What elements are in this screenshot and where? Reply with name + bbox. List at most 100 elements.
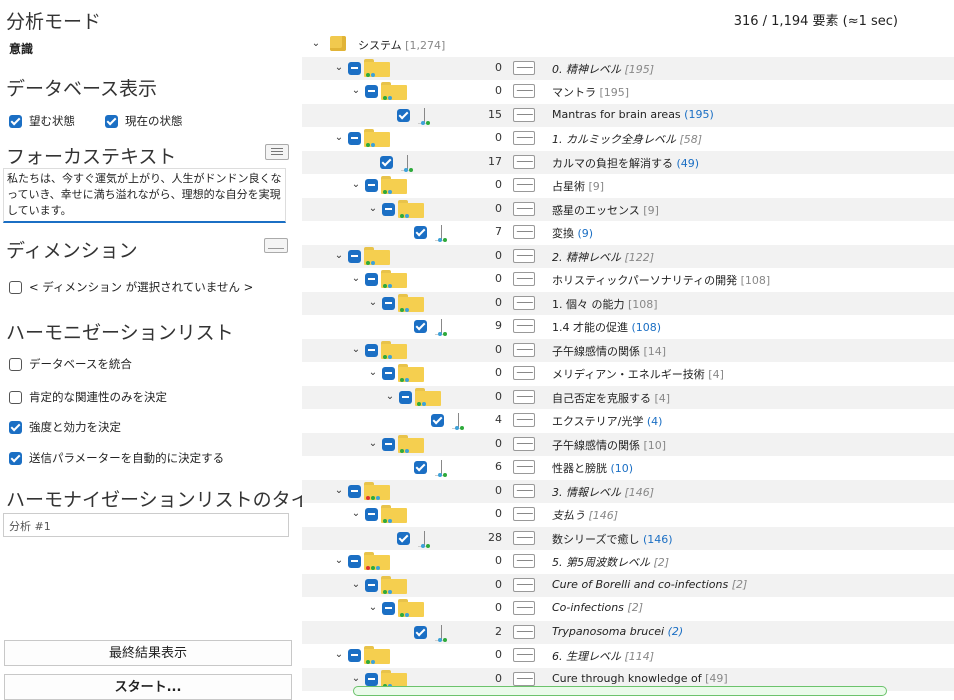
- checkbox-partial-icon[interactable]: [365, 273, 378, 286]
- graph-icon[interactable]: [513, 131, 535, 145]
- tree-row[interactable]: 6 性器と膀胱 (10): [302, 456, 954, 480]
- checkbox-partial-icon[interactable]: [382, 296, 395, 310]
- graph-icon[interactable]: [513, 648, 535, 662]
- chevron-down-icon[interactable]: ⌄: [368, 367, 378, 379]
- checkbox-partial-icon[interactable]: [382, 367, 395, 380]
- checkbox-partial-icon[interactable]: [399, 390, 412, 404]
- checkbox-checked-icon[interactable]: [414, 320, 427, 333]
- start-button[interactable]: スタート...: [4, 674, 292, 700]
- chevron-down-icon[interactable]: ⌄: [385, 391, 395, 403]
- chevron-down-icon[interactable]: ⌄: [368, 297, 378, 309]
- checkbox-partial-icon[interactable]: [365, 343, 378, 357]
- chevron-down-icon[interactable]: ⌄: [334, 485, 344, 497]
- checkbox-partial-icon[interactable]: [348, 649, 361, 662]
- desired-state-checkbox[interactable]: 望む状態: [9, 113, 75, 129]
- tree-view[interactable]: ⌄ システム [1,274] ⌄ 0 0. 精神レベル [195] ⌄ 0 マントラ [1…: [302, 33, 954, 692]
- chevron-down-icon[interactable]: ⌄: [368, 438, 378, 450]
- positive-only-checkbox[interactable]: 肯定的な関連性のみを決定: [9, 389, 167, 405]
- graph-icon[interactable]: [513, 530, 535, 545]
- checkbox-partial-icon[interactable]: [365, 672, 378, 686]
- graph-icon[interactable]: [513, 601, 535, 615]
- checkbox-checked-icon[interactable]: [431, 414, 444, 427]
- chevron-down-icon[interactable]: ⌄: [334, 132, 344, 144]
- chevron-down-icon[interactable]: ⌄: [351, 273, 361, 285]
- tree-row[interactable]: ⌄ 0 Co-infections [2]: [302, 597, 954, 621]
- tree-row[interactable]: 4 エクステリア/光学 (4): [302, 409, 954, 433]
- chevron-down-icon[interactable]: ⌄: [351, 673, 361, 685]
- graph-icon[interactable]: [513, 84, 535, 98]
- chevron-down-icon[interactable]: ⌄: [351, 85, 361, 97]
- graph-icon[interactable]: [513, 436, 535, 451]
- checkbox-unchecked-icon[interactable]: [9, 358, 22, 371]
- tree-row[interactable]: 9 1.4 才能の促進 (108): [302, 315, 954, 339]
- checkbox-checked-icon[interactable]: [105, 115, 118, 128]
- tree-row[interactable]: 28 数シリーズで癒し (146): [302, 526, 954, 550]
- graph-icon[interactable]: [513, 624, 535, 639]
- graph-icon[interactable]: [513, 413, 535, 427]
- tree-row[interactable]: ⌄ 0 2. 精神レベル [122]: [302, 244, 954, 268]
- graph-icon[interactable]: [513, 460, 535, 474]
- tree-row[interactable]: ⌄ 0 Cure of Borelli and co-infections [2]: [302, 573, 954, 597]
- checkbox-partial-icon[interactable]: [348, 249, 361, 263]
- chevron-down-icon[interactable]: ⌄: [351, 579, 361, 591]
- dimension-none-checkbox[interactable]: < ディメンション が選択されていません >: [9, 279, 253, 295]
- checkbox-checked-icon[interactable]: [397, 108, 410, 122]
- chevron-down-icon[interactable]: ⌄: [334, 250, 344, 262]
- tree-row[interactable]: ⌄ 0 0. 精神レベル [195]: [302, 56, 954, 80]
- tree-row[interactable]: 7 変換 (9): [302, 221, 954, 245]
- tree-row[interactable]: 15 Mantras for brain areas (195): [302, 103, 954, 127]
- graph-icon[interactable]: [513, 554, 535, 568]
- checkbox-partial-icon[interactable]: [382, 437, 395, 451]
- tree-row[interactable]: ⌄ 0 5. 第5周波数レベル [2]: [302, 550, 954, 574]
- checkbox-partial-icon[interactable]: [365, 508, 378, 521]
- checkbox-checked-icon[interactable]: [9, 115, 22, 128]
- graph-icon[interactable]: [513, 201, 535, 216]
- list-title-input[interactable]: 分析 #1: [3, 513, 289, 537]
- checkbox-partial-icon[interactable]: [365, 179, 378, 192]
- analysis-mode-value[interactable]: 意識: [9, 40, 33, 57]
- final-result-button[interactable]: 最終結果表示: [4, 640, 292, 666]
- chevron-down-icon[interactable]: ⌄: [368, 602, 378, 614]
- checkbox-partial-icon[interactable]: [348, 61, 361, 75]
- graph-icon[interactable]: [513, 483, 535, 498]
- checkbox-checked-icon[interactable]: [9, 452, 22, 465]
- checkbox-unchecked-icon[interactable]: [9, 391, 22, 404]
- graph-icon[interactable]: [513, 366, 535, 380]
- graph-icon[interactable]: [513, 178, 535, 192]
- chevron-down-icon[interactable]: ⌄: [334, 555, 344, 567]
- tree-row[interactable]: ⌄ 0 子午線感情の関係 [10]: [302, 432, 954, 456]
- current-state-checkbox[interactable]: 現在の状態: [105, 113, 183, 129]
- checkbox-partial-icon[interactable]: [365, 578, 378, 592]
- tree-row[interactable]: ⌄ 0 惑星のエッセンス [9]: [302, 197, 954, 221]
- chevron-down-icon[interactable]: ⌄: [311, 38, 321, 50]
- tree-row[interactable]: 17 カルマの負担を解消する (49): [302, 150, 954, 174]
- checkbox-checked-icon[interactable]: [414, 625, 427, 639]
- checkbox-checked-icon[interactable]: [380, 155, 393, 169]
- tree-row[interactable]: ⌄ 0 1. カルミック全身レベル [58]: [302, 127, 954, 151]
- graph-icon[interactable]: [513, 295, 535, 310]
- checkbox-partial-icon[interactable]: [365, 85, 378, 98]
- chevron-down-icon[interactable]: ⌄: [334, 649, 344, 661]
- auto-params-checkbox[interactable]: 送信パラメーターを自動的に決定する: [9, 450, 224, 466]
- chevron-down-icon[interactable]: ⌄: [351, 508, 361, 520]
- checkbox-checked-icon[interactable]: [9, 421, 22, 434]
- checkbox-checked-icon[interactable]: [414, 461, 427, 474]
- graph-icon[interactable]: [513, 389, 535, 404]
- graph-icon[interactable]: [264, 238, 288, 253]
- checkbox-partial-icon[interactable]: [382, 602, 395, 615]
- tree-row[interactable]: ⌄ 0 ホリスティックパーソナリティの開発 [108]: [302, 268, 954, 292]
- graph-icon[interactable]: [513, 107, 535, 122]
- chevron-down-icon[interactable]: ⌄: [368, 203, 378, 215]
- checkbox-unchecked-icon[interactable]: [9, 281, 22, 294]
- tree-row[interactable]: ⌄ 0 マントラ [195]: [302, 80, 954, 104]
- checkbox-partial-icon[interactable]: [348, 132, 361, 145]
- list-icon[interactable]: [265, 144, 289, 160]
- tree-row[interactable]: ⌄ 0 支払う [146]: [302, 503, 954, 527]
- checkbox-checked-icon[interactable]: [397, 531, 410, 545]
- checkbox-partial-icon[interactable]: [382, 202, 395, 216]
- graph-icon[interactable]: [513, 154, 535, 169]
- checkbox-partial-icon[interactable]: [348, 555, 361, 568]
- tree-root[interactable]: ⌄ システム [1,274]: [302, 33, 954, 57]
- tree-row[interactable]: ⌄ 0 占星術 [9]: [302, 174, 954, 198]
- tree-row[interactable]: ⌄ 0 自己否定を克服する [4]: [302, 385, 954, 409]
